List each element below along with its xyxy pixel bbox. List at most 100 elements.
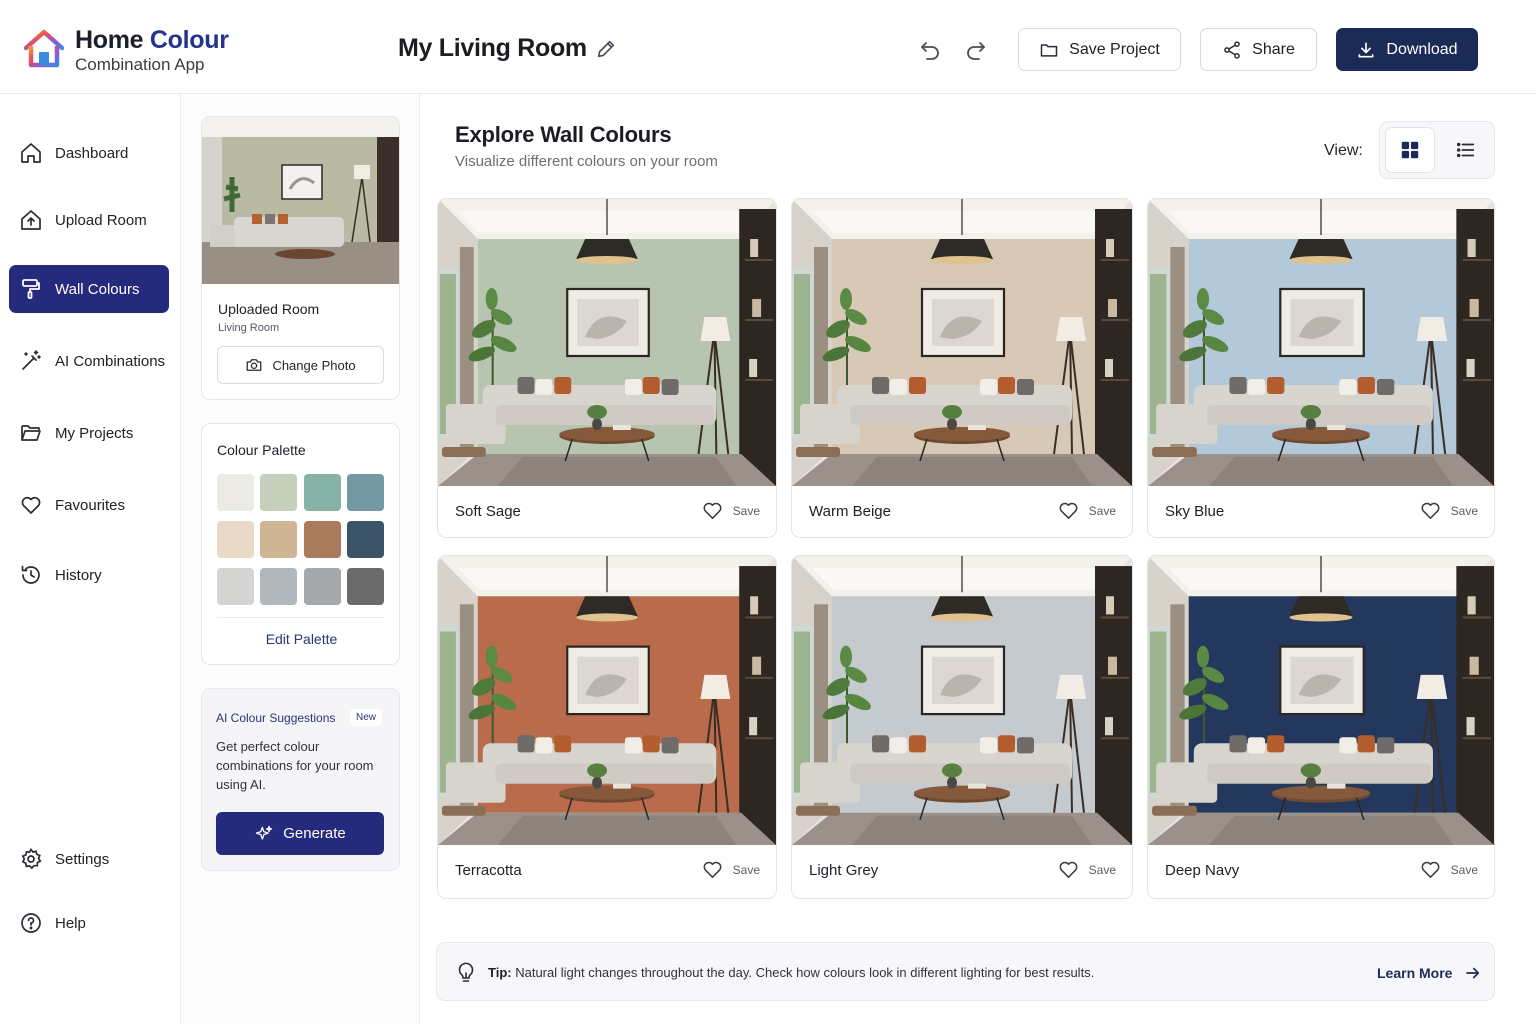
palette-title: Colour Palette [217,442,306,458]
sidebar: Dashboard Upload Room Wall Colours AI Co… [0,94,181,1024]
room-card[interactable]: Deep Navy Save [1147,555,1495,899]
palette-swatch[interactable] [217,474,254,511]
save-label: Save [1450,503,1478,518]
save-label: Save [1088,862,1116,877]
palette-swatch[interactable] [304,521,341,558]
room-preview-image [1148,556,1494,845]
brand: Home Colour Combination App [75,26,229,74]
ai-suggestions-card: AI Colour Suggestions New Get perfect co… [201,688,400,871]
save-favourite-button[interactable]: Save [701,858,760,881]
save-label: Save [732,503,760,518]
tip-label: Tip: [488,965,512,980]
room-card[interactable]: Sky Blue Save [1147,198,1495,538]
sparkle-icon [256,825,273,840]
palette-swatch[interactable] [347,521,384,558]
generate-button[interactable]: Generate [216,812,384,855]
heart-icon [1059,861,1078,878]
room-colour-name: Soft Sage [455,503,521,520]
room-colour-name: Sky Blue [1165,503,1225,520]
page-title: Explore Wall Colours [455,122,672,147]
room-panel: Uploaded Room Living Room Change Photo C… [181,94,420,1024]
share-icon [1224,40,1240,59]
save-favourite-button[interactable]: Save [1419,499,1478,522]
palette-swatch[interactable] [217,568,254,605]
sidebar-item-upload-room[interactable]: Upload Room [9,196,169,244]
sidebar-item-settings[interactable]: Settings [9,835,169,883]
generate-label: Generate [283,825,346,842]
redo-icon[interactable] [964,38,988,62]
new-badge: New [350,709,383,726]
camera-icon [247,359,262,371]
palette-divider [217,617,384,618]
uploaded-room-subtitle: Living Room [218,322,280,334]
heart-icon [703,861,722,878]
grid-icon [1401,141,1419,159]
save-label: Save [1450,862,1478,877]
brand-colour: Colour [149,26,229,54]
learn-more-label: Learn More [1377,965,1453,981]
sidebar-item-my-projects[interactable]: My Projects [9,409,169,457]
palette-swatch[interactable] [260,568,297,605]
download-button[interactable]: Download [1336,28,1478,71]
sidebar-item-label: AI Combinations [55,352,166,370]
sidebar-item-label: Favourites [55,496,126,514]
history-icon [21,565,40,584]
view-label: View: [1324,142,1363,159]
share-label: Share [1252,40,1295,58]
sidebar-item-label: Wall Colours [55,280,140,298]
room-card[interactable]: Terracotta Save [437,555,777,899]
palette-swatch[interactable] [304,568,341,605]
save-favourite-button[interactable]: Save [701,499,760,522]
palette-swatch[interactable] [260,474,297,511]
project-title: My Living Room [398,34,587,62]
house-logo-icon [23,29,65,68]
sidebar-item-dashboard[interactable]: Dashboard [9,129,169,177]
heart-icon [1059,502,1078,519]
sidebar-item-help[interactable]: Help [9,899,169,947]
learn-more-link[interactable]: Learn More [1377,964,1482,982]
edit-palette-link[interactable]: Edit Palette [202,631,401,647]
sidebar-item-favourites[interactable]: Favourites [9,481,169,529]
room-preview-image [792,556,1132,845]
palette-swatch[interactable] [217,521,254,558]
sidebar-item-label: Dashboard [55,144,129,162]
save-project-button[interactable]: Save Project [1018,28,1181,71]
save-favourite-button[interactable]: Save [1057,499,1116,522]
palette-swatch[interactable] [260,521,297,558]
edit-pencil-icon[interactable] [595,38,617,60]
room-thumbnail [202,117,399,284]
heart-icon [1421,502,1440,519]
sidebar-item-wall-colours[interactable]: Wall Colours [9,265,169,313]
save-favourite-button[interactable]: Save [1419,858,1478,881]
undo-icon[interactable] [918,38,942,62]
lightbulb-icon [458,962,474,982]
sidebar-item-label: History [55,566,102,584]
palette-swatch[interactable] [347,568,384,605]
grid-view-button[interactable] [1385,127,1435,173]
share-button[interactable]: Share [1200,28,1317,71]
palette-swatch[interactable] [347,474,384,511]
gear-icon [21,847,42,870]
save-favourite-button[interactable]: Save [1057,858,1116,881]
page-subtitle: Visualize different colours on your room [455,153,718,170]
heart-icon [703,502,722,519]
colour-palette-card: Colour Palette Edit Palette [201,423,400,665]
sidebar-item-history[interactable]: History [9,551,169,599]
change-photo-button[interactable]: Change Photo [217,346,384,384]
palette-swatch[interactable] [304,474,341,511]
sidebar-item-ai-combinations[interactable]: AI Combinations [9,337,169,385]
change-photo-label: Change Photo [272,357,356,373]
room-preview-image [1148,199,1494,486]
room-card[interactable]: Warm Beige Save [791,198,1133,538]
room-colour-name: Warm Beige [809,503,891,520]
room-card[interactable]: Soft Sage Save [437,198,777,538]
room-card[interactable]: Light Grey Save [791,555,1133,899]
list-icon [1456,142,1475,158]
list-view-button[interactable] [1441,127,1491,173]
room-preview-image [438,199,776,486]
view-toggle [1379,121,1495,179]
magic-wand-icon [22,350,41,370]
sidebar-item-label: Help [55,914,86,932]
brand-home: Home [75,26,144,54]
room-preview-image [438,556,776,845]
